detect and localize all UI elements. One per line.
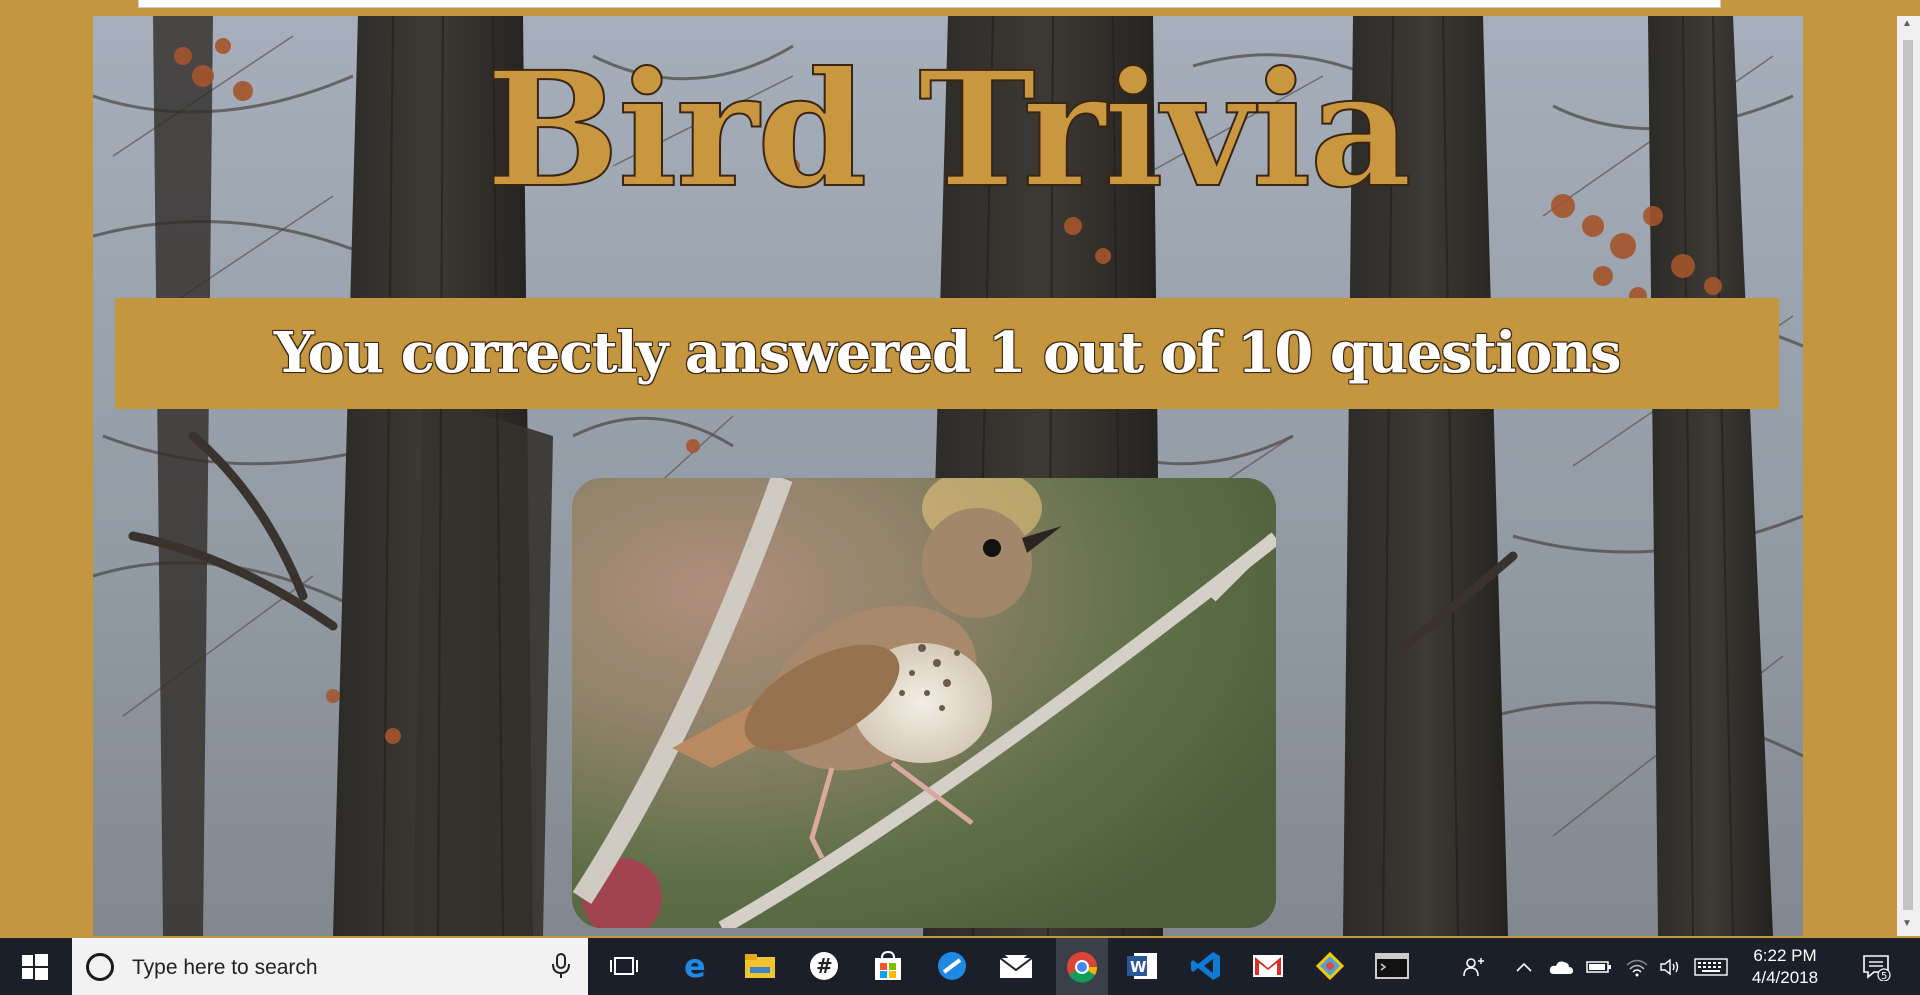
browser-compass-icon[interactable]	[930, 946, 974, 986]
word-icon[interactable]: W	[1120, 946, 1164, 986]
address-bar-edge[interactable]	[138, 0, 1721, 8]
windows-taskbar: Type here to search e # W 6:22 PM 4/4/20…	[0, 938, 1920, 995]
people-icon[interactable]	[1456, 938, 1492, 995]
clock-time: 6:22 PM	[1753, 946, 1817, 965]
file-explorer-icon[interactable]	[738, 946, 782, 986]
svg-text:#: #	[816, 954, 833, 978]
edge-icon[interactable]: e	[674, 946, 718, 986]
notification-center-button[interactable]: 5	[1854, 938, 1900, 995]
windows-logo-icon	[22, 953, 48, 980]
scroll-thumb[interactable]	[1903, 40, 1913, 910]
scroll-up-icon[interactable]: ▲	[1902, 18, 1912, 29]
scroll-down-icon[interactable]: ▼	[1902, 918, 1912, 929]
store-icon[interactable]	[866, 946, 910, 986]
search-placeholder: Type here to search	[132, 956, 318, 979]
mail-icon[interactable]	[994, 946, 1038, 986]
bird-photo	[572, 478, 1276, 928]
wifi-icon[interactable]	[1622, 938, 1652, 995]
svg-text:e: e	[684, 950, 706, 982]
svg-text:W: W	[1130, 958, 1147, 976]
score-text: You correctly answered 1 out of 10 quest…	[273, 320, 1622, 386]
slack-icon[interactable]: #	[802, 946, 846, 986]
score-banner: You correctly answered 1 out of 10 quest…	[115, 298, 1779, 409]
taskbar-search[interactable]: Type here to search	[72, 938, 588, 995]
chrome-icon[interactable]	[1056, 938, 1108, 995]
clock-date: 4/4/2018	[1751, 968, 1819, 987]
chevron-up-icon[interactable]	[1510, 938, 1538, 995]
system-clock[interactable]: 6:22 PM 4/4/2018	[1735, 945, 1835, 989]
trivia-page: Bird Trivia You correctly answered 1 out…	[93, 16, 1803, 936]
battery-icon[interactable]	[1584, 938, 1614, 995]
gmail-icon[interactable]	[1246, 946, 1290, 986]
volume-icon[interactable]	[1656, 938, 1686, 995]
vscode-icon[interactable]	[1184, 946, 1228, 986]
microphone-icon[interactable]	[550, 952, 572, 980]
page-title: Bird Trivia	[485, 38, 1413, 223]
start-button[interactable]	[0, 938, 70, 995]
keyboard-icon[interactable]	[1692, 938, 1730, 995]
task-view-icon[interactable]	[602, 946, 646, 986]
terminal-icon[interactable]	[1370, 946, 1414, 986]
notification-icon: 5	[1863, 954, 1891, 981]
onedrive-icon[interactable]	[1546, 938, 1576, 995]
page-scrollbar[interactable]: ▲ ▼	[1897, 16, 1920, 936]
git-icon[interactable]	[1308, 946, 1352, 986]
notification-count: 5	[1881, 971, 1887, 981]
cortana-icon	[86, 953, 114, 981]
